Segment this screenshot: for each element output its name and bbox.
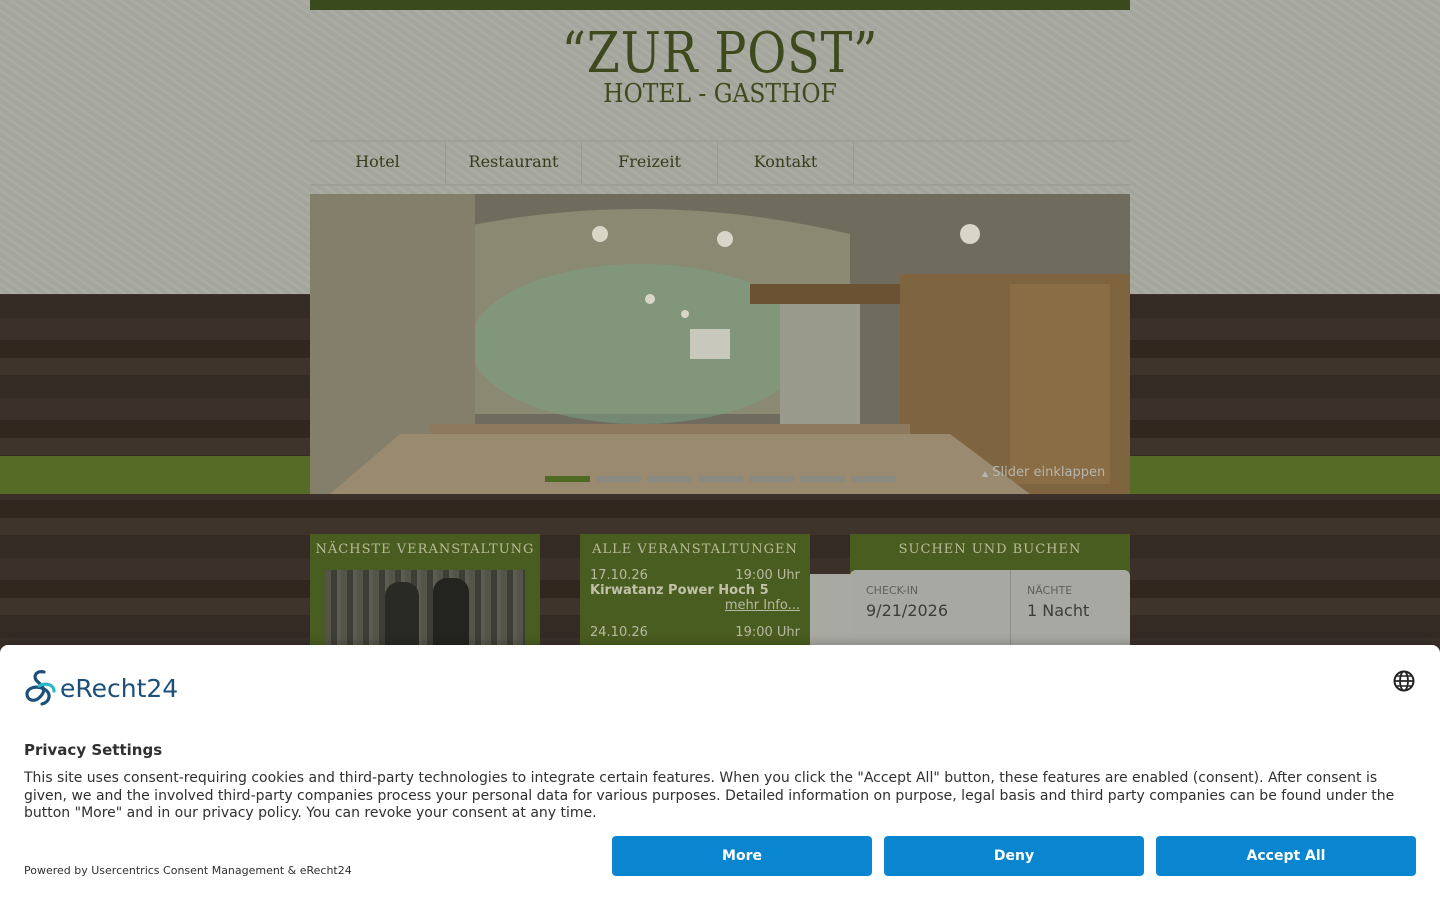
- all-events-title: ALLE VERANSTALTUNGEN: [580, 534, 810, 566]
- nights-value: 1 Nacht: [1027, 601, 1090, 620]
- checkin-label: CHECK-IN: [866, 584, 919, 597]
- slider-dot[interactable]: [800, 476, 845, 482]
- nights-field[interactable]: NÄCHTE 1 Nacht: [1011, 570, 1130, 654]
- slider-collapse-label: Slider einklappen: [992, 465, 1106, 480]
- nav-item-freizeit[interactable]: Freizeit: [582, 142, 718, 184]
- logo-subtitle: HOTEL - GASTHOF: [603, 79, 837, 109]
- triangle-up-icon: ▲: [982, 469, 989, 478]
- event-date: 24.10.26: [590, 625, 648, 640]
- erecht24-logo: eRecht24: [24, 669, 178, 707]
- globe-icon[interactable]: [1392, 669, 1416, 693]
- event-time: 19:00 Uhr: [735, 625, 800, 640]
- event-time: 19:00 Uhr: [735, 568, 800, 583]
- nav-item-restaurant[interactable]: Restaurant: [446, 142, 582, 184]
- more-button[interactable]: More: [612, 836, 872, 876]
- slider-dot[interactable]: [545, 476, 590, 482]
- checkin-value: 9/21/2026: [866, 601, 949, 620]
- slider-collapse-toggle[interactable]: ▲ Slider einklappen: [982, 465, 1105, 480]
- slider-dot[interactable]: [596, 476, 641, 482]
- slider-dot[interactable]: [749, 476, 794, 482]
- event-date: 17.10.26: [590, 568, 648, 583]
- slider-dot[interactable]: [647, 476, 692, 482]
- erecht24-mark-icon: [25, 670, 56, 706]
- booking-box: SUCHEN UND BUCHEN CHECK-IN 9/21/2026 NÄC…: [850, 534, 1130, 654]
- consent-title: Privacy Settings: [24, 741, 163, 759]
- booking-form: CHECK-IN 9/21/2026 NÄCHTE 1 Nacht: [850, 570, 1130, 654]
- event-more-link[interactable]: mehr Info...: [590, 598, 800, 613]
- site-logo[interactable]: “ZUR POST” HOTEL - GASTHOF: [310, 21, 1130, 109]
- accept-all-button[interactable]: Accept All: [1156, 836, 1416, 876]
- event-item: 17.10.26 19:00 Uhr Kirwatanz Power Hoch …: [590, 568, 800, 613]
- nav-item-kontakt[interactable]: Kontakt: [718, 142, 854, 184]
- slider-dots: [545, 476, 896, 482]
- top-bar: [310, 0, 1130, 10]
- next-event-box: NÄCHSTE VERANSTALTUNG: [310, 534, 540, 670]
- logo-title: “ZUR POST”: [561, 21, 879, 86]
- main-nav: Hotel Restaurant Freizeit Kontakt: [310, 140, 1130, 186]
- next-event-title: NÄCHSTE VERANSTALTUNG: [310, 534, 540, 566]
- consent-powered-by[interactable]: Powered by Usercentrics Consent Manageme…: [24, 864, 352, 877]
- consent-banner: eRecht24 Privacy Settings This site uses…: [0, 645, 1440, 900]
- image-slider[interactable]: ▲ Slider einklappen: [310, 194, 1130, 494]
- checkin-field[interactable]: CHECK-IN 9/21/2026: [850, 570, 1011, 654]
- slider-dot[interactable]: [851, 476, 896, 482]
- booking-title: SUCHEN UND BUCHEN: [850, 534, 1130, 566]
- nights-label: NÄCHTE: [1027, 584, 1073, 597]
- event-item: 24.10.26 19:00 Uhr: [590, 625, 800, 640]
- event-name[interactable]: Kirwatanz Power Hoch 5: [590, 583, 800, 598]
- all-events-box: ALLE VERANSTALTUNGEN 17.10.26 19:00 Uhr …: [580, 534, 810, 654]
- erecht24-logo-text: eRecht24: [60, 673, 179, 703]
- consent-description: This site uses consent-requiring cookies…: [24, 770, 1395, 821]
- slider-dot[interactable]: [698, 476, 743, 482]
- deny-button[interactable]: Deny: [884, 836, 1144, 876]
- restaurant-photo: [310, 194, 1130, 494]
- nav-item-hotel[interactable]: Hotel: [310, 142, 446, 184]
- spacer-panel: [810, 574, 850, 654]
